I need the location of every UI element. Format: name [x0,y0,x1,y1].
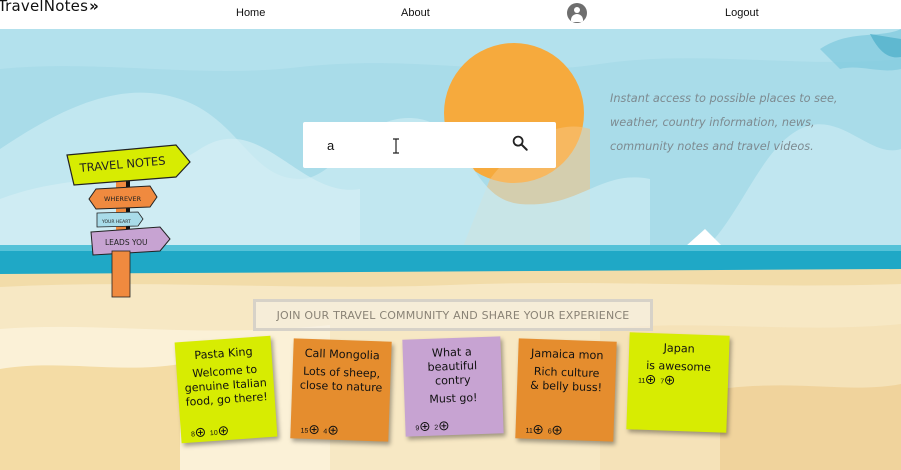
note-text: Lots of sheep, close to nature [299,364,383,395]
note-votes: 15 4 [300,424,338,436]
nav-home-link[interactable]: Home [236,7,265,19]
text-cursor-icon [393,138,399,154]
tagline-line: Instant access to possible places to see… [610,92,838,105]
add-circle-icon [420,421,430,432]
downvote-button[interactable]: 10 [209,426,228,437]
add-circle-icon [665,375,675,385]
hero-tagline: Instant access to possible places to see… [610,87,850,159]
note-votes: 11 7 [638,374,675,386]
note-votes: 8 10 [191,426,228,439]
add-circle-icon [195,427,206,438]
upvote-button[interactable]: 8 [191,427,206,439]
note-title: Pasta King [193,345,254,363]
brand-name: TravelNotes [0,0,89,15]
community-note[interactable]: Jamaica mon Rich culture & belly buss! 1… [515,338,617,442]
community-note[interactable]: What a beautiful contry Must go! 9 2 [402,336,504,437]
upvote-button[interactable]: 11 [638,374,656,386]
nav-logout-link[interactable]: Logout [725,7,759,19]
note-votes: 9 2 [415,421,449,432]
hero-scene: TRAVEL NOTES WHEREVER YOUR HEART LEADS Y… [0,29,901,470]
add-circle-icon [439,421,449,431]
join-banner-text: JOIN OUR TRAVEL COMMUNITY AND SHARE YOUR… [276,308,630,322]
community-note[interactable]: Pasta King Welcome to genuine Italian fo… [174,335,278,444]
note-title: Jamaica mon [530,346,604,363]
note-votes: 11 6 [525,424,562,436]
brand-chevron: » [89,0,100,15]
note-text: Rich culture & belly buss! [530,364,603,395]
upvote-button[interactable]: 9 [415,421,430,432]
note-title: Japan [663,341,695,356]
note-text: Must go! [429,391,478,406]
downvote-button[interactable]: 2 [434,421,449,432]
add-circle-icon [218,426,228,436]
add-circle-icon [552,425,562,435]
add-circle-icon [533,424,544,435]
nav-about-link[interactable]: About [401,7,430,19]
search-box [303,122,556,168]
top-navbar: TravelNotes» Home About Logout [0,0,901,29]
account-circle-icon[interactable] [567,3,587,23]
join-community-banner[interactable]: JOIN OUR TRAVEL COMMUNITY AND SHARE YOUR… [253,299,653,331]
downvote-button[interactable]: 7 [660,375,675,386]
search-input[interactable] [327,134,517,156]
add-circle-icon [646,374,656,385]
upvote-button[interactable]: 15 [300,424,319,436]
note-text: is awesome [645,358,712,375]
tagline-line: weather, country information, news, [610,116,815,129]
brand-logo[interactable]: TravelNotes» [0,0,99,15]
note-title: Call Mongolia [304,346,380,363]
note-text: Welcome to genuine Italian food, go ther… [184,362,269,409]
signpost-middle-text: WHEREVER [104,195,142,203]
signpost-bottom-text: LEADS YOU [105,238,148,247]
upvote-button[interactable]: 11 [525,424,544,436]
community-note[interactable]: Call Mongolia Lots of sheep, close to na… [290,338,392,442]
downvote-button[interactable]: 6 [548,425,562,436]
add-circle-icon [328,425,338,435]
tagline-line: community notes and travel videos. [610,140,814,153]
add-circle-icon [309,424,319,435]
downvote-button[interactable]: 4 [323,425,338,436]
search-icon[interactable] [511,134,529,152]
community-note[interactable]: Japan is awesome 11 7 [626,332,730,433]
note-title: What a beautiful contry [427,345,478,388]
signpost-small-text: YOUR HEART [101,219,131,225]
